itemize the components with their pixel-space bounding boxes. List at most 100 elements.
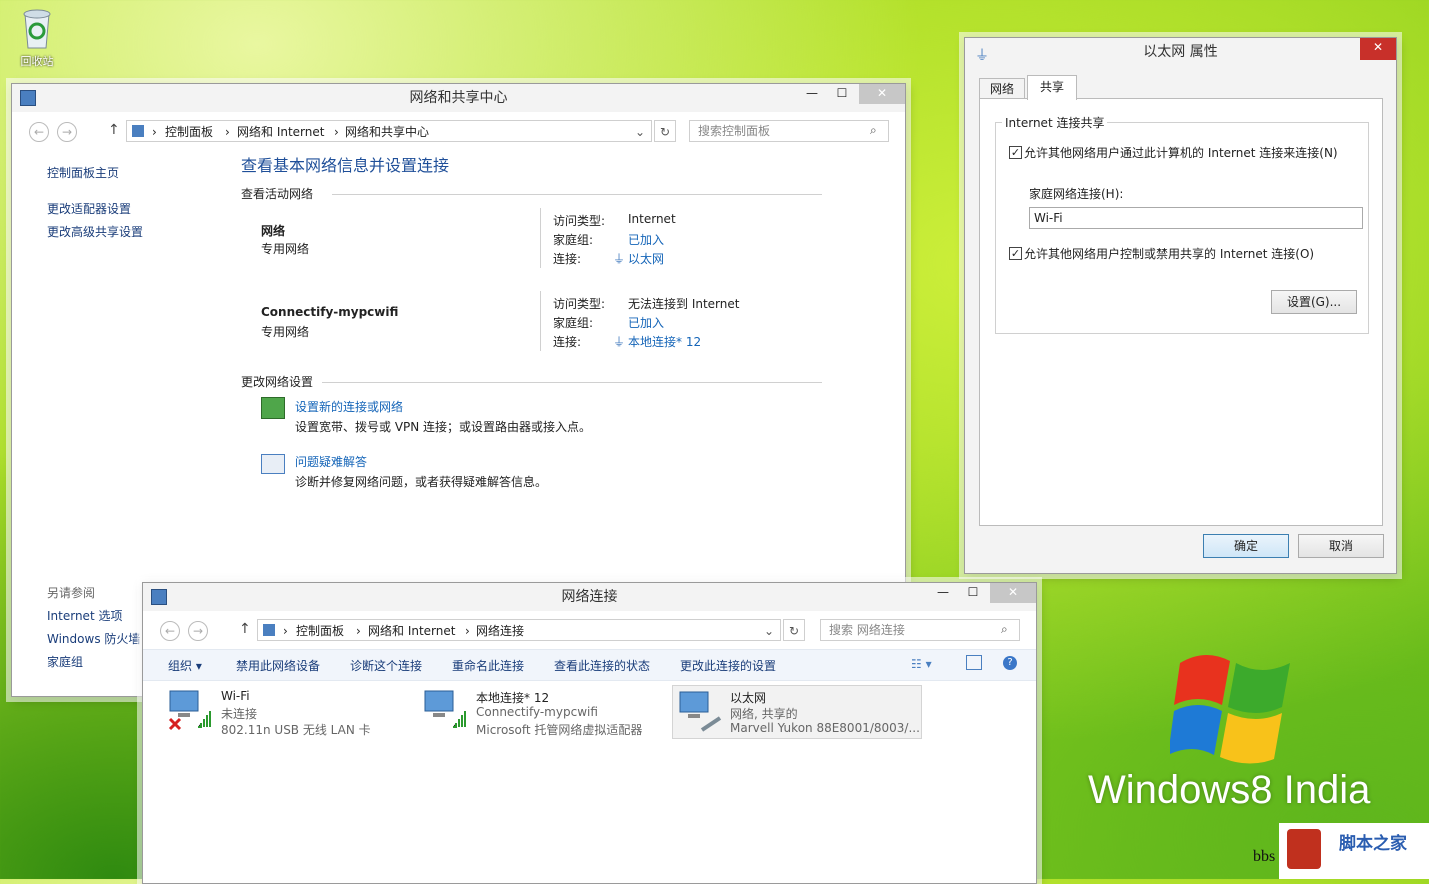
home-connection-label: 家庭网络连接(H):	[1029, 187, 1124, 201]
connection-name: Wi-Fi	[221, 689, 250, 703]
new-connection-icon	[261, 397, 285, 419]
connection-device: Microsoft 托管网络虚拟适配器	[476, 723, 643, 737]
properties-titlebar[interactable]: ⏚ 以太网 属性 ✕	[965, 38, 1396, 66]
recycle-bin[interactable]: 回收站	[14, 6, 60, 74]
connection-name: 以太网	[730, 691, 767, 705]
task-troubleshoot-desc: 诊断并修复网络问题，或者获得疑难解答信息。	[295, 475, 548, 489]
see-also-homegroup[interactable]: 家庭组	[47, 653, 83, 670]
allow-sharing-checkbox[interactable]: ✓	[1009, 146, 1022, 159]
minimize-button[interactable]: —	[928, 583, 958, 603]
connection-status: 网络, 共享的	[730, 707, 798, 721]
network-1-name: 网络	[261, 224, 286, 238]
search-icon[interactable]: ⌕	[1001, 622, 1008, 637]
network-2-name: Connectify-mypcwifi	[261, 305, 399, 319]
sidebar-item-advanced[interactable]: 更改高级共享设置	[47, 223, 143, 240]
maximize-button[interactable]: ☐	[958, 583, 988, 603]
up-icon[interactable]: ↑	[108, 122, 120, 138]
close-button[interactable]: ✕	[859, 84, 905, 104]
connection-name: 本地连接* 12	[476, 691, 550, 705]
tab-sharing[interactable]: 共享	[1027, 75, 1077, 100]
allow-sharing-label[interactable]: 允许其他网络用户通过此计算机的 Internet 连接来连接(N)	[1024, 144, 1338, 161]
change-settings-title: 更改网络设置	[241, 375, 314, 389]
preview-pane-icon[interactable]	[966, 655, 982, 670]
network-2-home-label: 家庭组:	[553, 316, 594, 330]
watermark-brand: 脚本之家	[1339, 834, 1407, 854]
divider-vertical	[540, 208, 541, 268]
allow-control-checkbox[interactable]: ✓	[1009, 247, 1022, 260]
divider	[322, 382, 822, 383]
sidebar-item-home[interactable]: 控制面板主页	[47, 164, 119, 181]
network-1-access-label: 访问类型:	[553, 214, 606, 228]
home-connection-field[interactable]: Wi-Fi	[1029, 207, 1363, 229]
search-input[interactable]: 搜索 网络连接	[820, 619, 1020, 641]
chevron-down-icon[interactable]: ⌄	[635, 121, 645, 143]
connections-titlebar[interactable]: 网络连接 — ☐ ✕	[143, 583, 1036, 611]
chevron-down-icon[interactable]: ⌄	[764, 620, 774, 642]
see-also-internet-options[interactable]: Internet 选项	[47, 607, 122, 624]
minimize-button[interactable]: —	[797, 84, 827, 104]
cancel-button[interactable]: 取消	[1298, 534, 1384, 558]
address-bar[interactable]: › 控制面板 › 网络和 Internet › 网络和共享中心 ⌄	[126, 120, 652, 142]
network-1-conn[interactable]: 以太网	[628, 250, 664, 267]
organize-menu[interactable]: 组织 ▾	[168, 657, 202, 674]
address-bar[interactable]: › 控制面板 › 网络和 Internet › 网络连接 ⌄	[257, 619, 781, 641]
window-title: 网络连接	[561, 589, 618, 605]
close-button[interactable]: ✕	[1360, 38, 1396, 60]
corner-watermark: 脚本之家	[1279, 823, 1429, 879]
tab-network[interactable]: 网络	[979, 78, 1025, 99]
see-also-firewall[interactable]: Windows 防火墙	[47, 630, 140, 647]
network-2-conn[interactable]: 本地连接* 12	[628, 333, 701, 350]
rename-button[interactable]: 重命名此连接	[452, 657, 524, 674]
diagnose-button[interactable]: 诊断这个连接	[350, 657, 422, 674]
up-icon[interactable]: ↑	[239, 621, 251, 637]
refresh-icon[interactable]: ↻	[654, 120, 676, 142]
help-icon[interactable]: ?	[1003, 656, 1017, 670]
ok-button[interactable]: 确定	[1203, 534, 1289, 558]
connection-item-wifi[interactable]: Wi-Fi 未连接 802.11n USB 无线 LAN 卡	[163, 685, 408, 737]
ethernet-adapter-icon	[679, 691, 722, 732]
view-status-button[interactable]: 查看此连接的状态	[554, 657, 650, 674]
forward-icon[interactable]: →	[57, 122, 77, 142]
control-panel-icon	[263, 624, 275, 636]
connection-status: 未连接	[221, 707, 258, 721]
maximize-button[interactable]: ☐	[827, 84, 857, 104]
allow-control-label[interactable]: 允许其他网络用户控制或禁用共享的 Internet 连接(O)	[1024, 245, 1314, 262]
settings-button[interactable]: 设置(G)...	[1271, 290, 1357, 314]
network-2-conn-label: 连接:	[553, 335, 582, 349]
breadcrumb-item[interactable]: 网络和共享中心	[345, 121, 429, 143]
breadcrumb-item[interactable]: 控制面板	[296, 620, 344, 642]
breadcrumb-item[interactable]: 网络和 Internet	[237, 121, 324, 143]
breadcrumb-sep: ›	[334, 125, 339, 139]
task-troubleshoot[interactable]: 问题疑难解答	[295, 453, 367, 470]
back-icon[interactable]: ←	[29, 122, 49, 142]
view-options-icon[interactable]: ☷ ▾	[911, 657, 932, 671]
connection-item-ethernet[interactable]: 以太网 网络, 共享的 Marvell Yukon 88E8001/8003/.…	[672, 685, 922, 739]
disable-device-button[interactable]: 禁用此网络设备	[236, 657, 320, 674]
properties-dialog: ⏚ 以太网 属性 ✕ 网络 共享 Internet 连接共享 ✓ 允许其他网络用…	[964, 37, 1397, 574]
search-input[interactable]: 搜索控制面板	[689, 120, 889, 142]
network-1-conn-label: 连接:	[553, 252, 582, 266]
breadcrumb-sep: ›	[283, 624, 288, 638]
network-2-home[interactable]: 已加入	[628, 314, 664, 331]
network-1-home-label: 家庭组:	[553, 233, 594, 247]
task-new-connection[interactable]: 设置新的连接或网络	[295, 398, 403, 415]
connection-item-local[interactable]: 本地连接* 12 Connectify-mypcwifi Microsoft 托…	[418, 685, 663, 737]
breadcrumb-item[interactable]: 网络和 Internet	[368, 620, 455, 642]
connection-device: Marvell Yukon 88E8001/8003/...	[730, 721, 920, 735]
breadcrumb-item[interactable]: 控制面板	[165, 121, 213, 143]
refresh-icon[interactable]: ↻	[783, 619, 805, 641]
network-1-home[interactable]: 已加入	[628, 231, 664, 248]
sidebar-item-adapter[interactable]: 更改适配器设置	[47, 200, 131, 217]
close-button[interactable]: ✕	[990, 583, 1036, 603]
search-icon[interactable]: ⌕	[870, 123, 877, 138]
back-icon[interactable]: ←	[160, 621, 180, 641]
dialog-title: 以太网 属性	[1143, 44, 1218, 60]
ics-group-title: Internet 连接共享	[1002, 114, 1108, 131]
connection-device: 802.11n USB 无线 LAN 卡	[221, 723, 371, 737]
forward-icon[interactable]: →	[188, 621, 208, 641]
desktop-logo-text: Windows8 India	[1088, 768, 1371, 812]
ethernet-icon: ⏚	[975, 48, 989, 64]
breadcrumb-item[interactable]: 网络连接	[476, 620, 524, 642]
change-settings-button[interactable]: 更改此连接的设置	[680, 657, 776, 674]
sharing-center-titlebar[interactable]: 网络和共享中心 — ☐ ✕	[12, 84, 905, 112]
